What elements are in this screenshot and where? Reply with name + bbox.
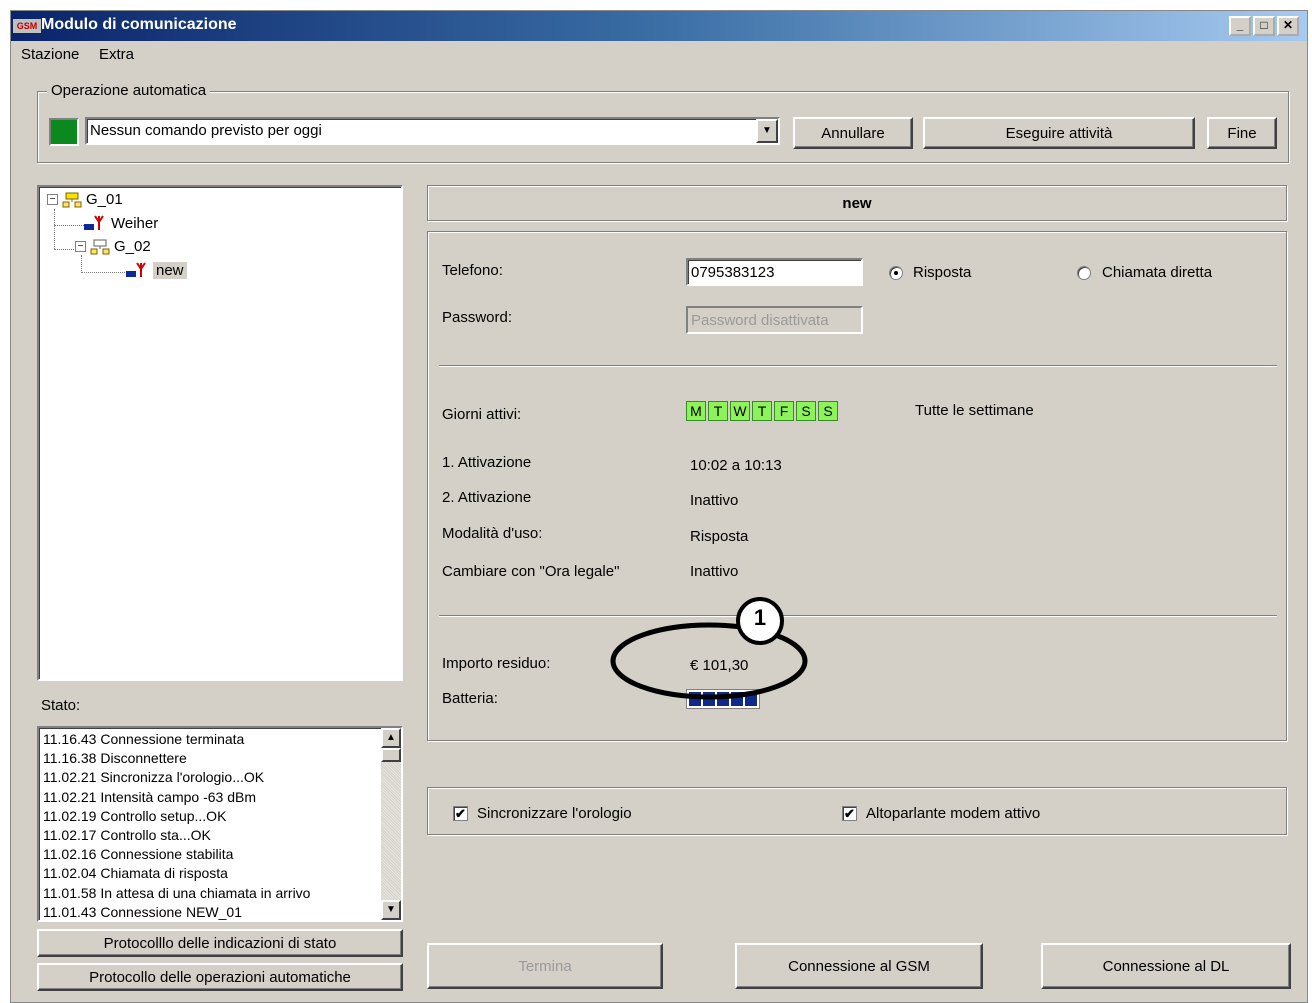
station-tree[interactable]: − G_01 Weiher − G_02 new [37, 185, 403, 681]
schedule-combo[interactable]: Nessun comando previsto per oggi ▼ [85, 117, 780, 145]
answer-radio[interactable] [889, 266, 903, 280]
cancel-button[interactable]: Annullare [793, 117, 913, 149]
connect-dl-button[interactable]: Connessione al DL [1041, 943, 1291, 989]
credit-label: Importo residuo: [442, 655, 551, 672]
activation2-value: Inattivo [690, 492, 739, 509]
status-list: 11.16.43 Connessione terminata 11.16.38 … [39, 728, 401, 920]
status-log[interactable]: 11.16.43 Connessione terminata 11.16.38 … [37, 726, 403, 922]
dst-label: Cambiare con "Ora legale" [442, 563, 620, 580]
network-group-icon [90, 239, 110, 254]
status-indicator [49, 118, 79, 146]
mode-value: Risposta [690, 528, 749, 545]
maximize-button[interactable]: □ [1253, 16, 1275, 36]
direct-call-radio-label: Chiamata diretta [1102, 264, 1213, 281]
active-days-label: Giorni attivi: [442, 406, 522, 423]
status-line: 11.02.21 Sincronizza l'orologio...OK [43, 769, 265, 786]
phone-value: 0795383123 [691, 264, 775, 281]
phone-input[interactable]: 0795383123 [686, 258, 863, 286]
day-toggle[interactable]: W [730, 401, 750, 421]
battery-label: Batteria: [442, 690, 498, 707]
collapse-icon[interactable]: − [75, 241, 86, 252]
window-title: Modulo di comunicazione [41, 16, 237, 33]
password-placeholder: Password disattivata [691, 312, 829, 329]
speaker-label: Altoparlante modem attivo [866, 805, 1041, 822]
activation1-value: 10:02 a 10:13 [690, 457, 782, 474]
tree-node-g02[interactable]: − G_02 [75, 238, 151, 255]
divider [439, 365, 1277, 367]
auto-operation-label: Operazione automatica [47, 82, 211, 99]
tree-label: G_01 [86, 191, 123, 208]
sync-clock-checkbox[interactable]: ✔ [453, 806, 468, 821]
gsm-app-icon: GSM [13, 19, 41, 33]
day-toggle[interactable]: M [686, 401, 706, 421]
antenna-station-icon [126, 262, 146, 277]
tree-label-selected: new [153, 261, 187, 279]
title-bar: GSM Modulo di comunicazione _ □ ✕ [11, 11, 1307, 41]
status-protocol-button[interactable]: Protocolllo delle indicazioni di stato [37, 929, 403, 957]
close-button[interactable]: ✕ [1277, 16, 1299, 36]
scroll-up-icon[interactable]: ▲ [381, 728, 401, 748]
dst-value: Inattivo [690, 563, 739, 580]
auto-protocol-button[interactable]: Protocollo delle operazioni automatiche [37, 963, 403, 991]
status-label: Stato: [41, 697, 81, 714]
end-button[interactable]: Fine [1207, 117, 1277, 149]
weeks-text: Tutte le settimane [915, 402, 1034, 419]
callout-number: 1 [753, 605, 767, 630]
status-line: 11.01.58 In attesa di una chiamata in ar… [43, 884, 311, 901]
menu-extra[interactable]: Extra [99, 46, 134, 63]
callout-ellipse [610, 597, 808, 700]
status-line: 11.16.43 Connessione terminata [43, 731, 245, 747]
schedule-combo-value: Nessun comando previsto per oggi [90, 122, 322, 139]
tree-node-g01[interactable]: − G_01 [47, 191, 123, 208]
tree-label: G_02 [114, 238, 151, 255]
password-input: Password disattivata [686, 306, 863, 334]
status-line: 11.02.16 Connessione stabilita [43, 846, 234, 863]
speaker-checkbox[interactable]: ✔ [842, 806, 857, 821]
day-toggle[interactable]: T [752, 401, 772, 421]
status-line: 11.16.38 Disconnettere [43, 750, 187, 767]
mode-label: Modalità d'uso: [442, 525, 543, 542]
minimize-button[interactable]: _ [1229, 16, 1251, 36]
tree-node-new[interactable]: new [125, 261, 187, 279]
status-scrollbar[interactable]: ▲ ▼ [381, 728, 401, 920]
activation1-label: 1. Attivazione [442, 454, 532, 471]
status-line: 11.02.04 Chiamata di risposta [43, 865, 228, 882]
day-toggle[interactable]: F [774, 401, 794, 421]
phone-label: Telefono: [442, 262, 503, 279]
scroll-down-icon[interactable]: ▼ [381, 900, 401, 920]
station-name: new [842, 195, 872, 212]
scroll-thumb[interactable] [381, 748, 401, 762]
antenna-station-icon [84, 215, 104, 230]
status-line: 11.02.19 Controllo setup...OK [43, 807, 227, 824]
activation2-label: 2. Attivazione [442, 489, 532, 506]
terminate-button[interactable]: Termina [427, 943, 663, 989]
chevron-down-icon[interactable]: ▼ [756, 119, 778, 143]
main-window: GSM Modulo di comunicazione _ □ ✕ Stazio… [10, 10, 1308, 1003]
day-toggle[interactable]: S [796, 401, 816, 421]
run-tasks-button[interactable]: Eseguire attività [923, 117, 1195, 149]
status-line: 11.02.21 Intensità campo -63 dBm [43, 788, 256, 805]
status-line: 11.01.43 Connessione NEW_01 [43, 903, 242, 920]
tree-label: Weiher [111, 214, 159, 232]
menu-stazione[interactable]: Stazione [21, 46, 79, 63]
answer-radio-label: Risposta [913, 264, 972, 281]
collapse-icon[interactable]: − [47, 194, 58, 205]
password-label: Password: [442, 309, 513, 326]
status-line: 11.02.17 Controllo sta...OK [43, 827, 211, 844]
tree-node-weiher[interactable]: Weiher [83, 214, 158, 232]
network-group-icon [62, 192, 82, 207]
day-toggle[interactable]: S [818, 401, 838, 421]
direct-call-radio[interactable] [1077, 266, 1091, 280]
station-header: new [427, 185, 1287, 221]
day-toggle[interactable]: T [708, 401, 728, 421]
sync-clock-label: Sincronizzare l'orologio [477, 805, 632, 822]
menu-bar: Stazione Extra [11, 41, 1307, 67]
active-days: M T W T F S S [686, 401, 838, 421]
divider [439, 615, 1277, 617]
connect-gsm-button[interactable]: Connessione al GSM [735, 943, 983, 989]
